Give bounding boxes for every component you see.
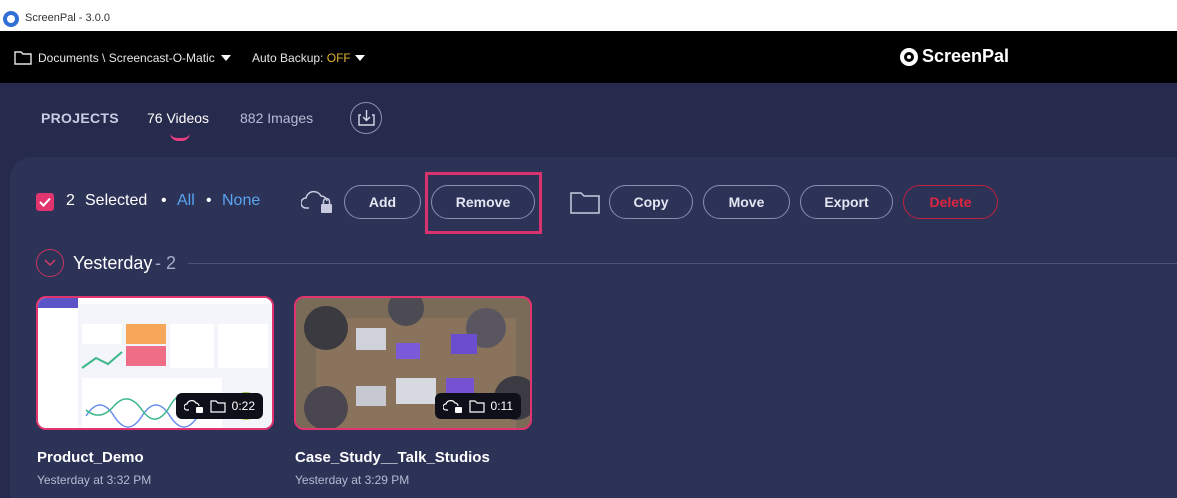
video-card[interactable]: 0:22 — [36, 296, 274, 430]
cloud-lock-icon — [183, 400, 203, 413]
active-tab-indicator — [170, 133, 190, 141]
separator-dot: • — [206, 192, 212, 209]
tab-images[interactable]: 882 Images — [240, 110, 313, 126]
chevron-down-icon — [44, 259, 56, 267]
section-count: - 2 — [155, 253, 177, 273]
top-menubar: Documents \ Screencast-O-Matic Auto Back… — [0, 31, 1177, 83]
video-title[interactable]: Case_Study__Talk_Studios — [295, 449, 490, 466]
window-title: ScreenPal - 3.0.0 — [25, 12, 110, 24]
screenpal-logo-icon — [900, 48, 918, 66]
video-status-overlay: 0:22 — [175, 393, 263, 419]
cloud-lock-icon — [301, 190, 332, 213]
remove-button-highlight — [425, 172, 542, 234]
tab-projects[interactable]: PROJECTS — [41, 110, 119, 126]
auto-backup-dropdown[interactable]: Auto Backup: OFF — [252, 51, 351, 65]
folder-icon — [210, 399, 226, 413]
project-folder-path[interactable]: Documents \ Screencast-O-Matic — [38, 51, 215, 65]
window-titlebar: ScreenPal - 3.0.0 — [0, 0, 1177, 31]
tab-videos[interactable]: 76 Videos — [147, 110, 209, 126]
cloud-lock-icon — [442, 400, 462, 413]
folder-icon — [570, 192, 600, 214]
checkmark-icon — [39, 197, 51, 207]
auto-backup-label: Auto Backup: — [252, 51, 324, 65]
separator-dot: • — [161, 192, 167, 209]
section-divider — [188, 263, 1177, 264]
select-all-link[interactable]: All — [177, 192, 195, 210]
folder-icon — [14, 51, 32, 65]
selected-label: Selected — [85, 192, 148, 209]
video-duration: 0:22 — [231, 399, 255, 413]
library-tabs: PROJECTS 76 Videos 882 Images — [0, 83, 1177, 153]
video-status-overlay: 0:11 — [434, 393, 521, 419]
section-collapse-button[interactable] — [36, 249, 64, 277]
move-button[interactable]: Move — [703, 185, 790, 219]
logo-text: ScreenPal — [922, 46, 1010, 66]
delete-button[interactable]: Delete — [903, 185, 998, 219]
screenpal-app-icon — [3, 11, 19, 27]
select-none-link[interactable]: None — [222, 192, 260, 210]
video-card[interactable]: 0:11 — [294, 296, 532, 430]
video-duration: 0:11 — [490, 399, 513, 413]
download-icon — [358, 110, 375, 126]
folder-icon — [468, 399, 485, 413]
backup-dropdown-chevron-icon[interactable] — [355, 55, 365, 61]
export-button[interactable]: Export — [800, 185, 893, 219]
add-to-cloud-button[interactable]: Add — [344, 185, 421, 219]
import-button[interactable] — [350, 102, 382, 134]
section-title: Yesterday — [73, 253, 153, 273]
video-date: Yesterday at 3:32 PM — [37, 473, 152, 487]
video-date: Yesterday at 3:29 PM — [295, 473, 410, 487]
video-title[interactable]: Product_Demo — [37, 449, 144, 466]
copy-button[interactable]: Copy — [609, 185, 693, 219]
selected-count: 2 — [66, 192, 75, 209]
folder-dropdown-chevron-icon[interactable] — [221, 55, 231, 61]
auto-backup-status: OFF — [326, 51, 351, 65]
select-checkbox[interactable] — [36, 193, 54, 211]
